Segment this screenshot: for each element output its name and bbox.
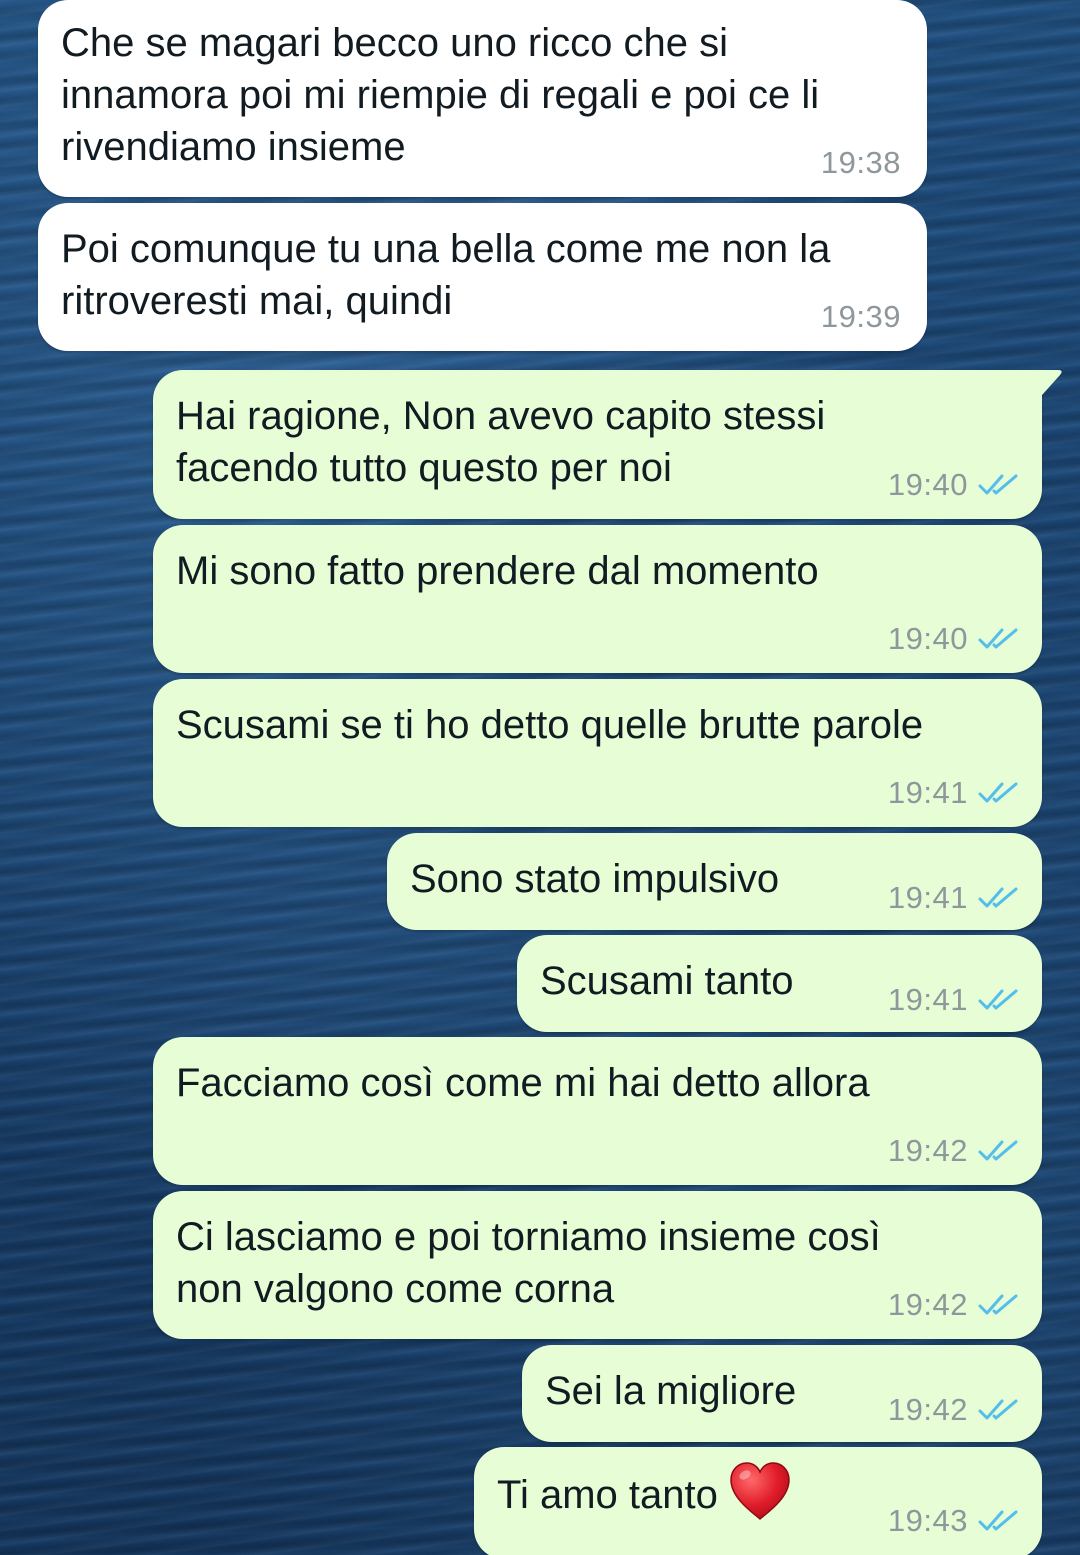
message-text: Sei la migliore xyxy=(545,1369,797,1413)
message-timestamp: 19:42 xyxy=(887,1133,968,1168)
double-check-icon xyxy=(978,1510,1018,1531)
message-timestamp: 19:43 xyxy=(887,1503,968,1538)
message-text: Scusami tanto xyxy=(540,959,794,1003)
message-timestamp: 19:41 xyxy=(887,880,968,915)
chat-message-list[interactable]: Che se magari becco uno ricco che si inn… xyxy=(0,0,1080,1555)
outgoing-message[interactable]: Scusami tanto 19:41 xyxy=(517,935,1042,1032)
outgoing-message[interactable]: Sei la migliore 19:42 xyxy=(522,1345,1042,1442)
double-check-icon xyxy=(978,782,1018,803)
double-check-icon xyxy=(978,1140,1018,1161)
message-text: Hai ragione, Non avevo capito stessi fac… xyxy=(176,394,826,490)
outgoing-message[interactable]: Mi sono fatto prendere dal momento 19:40 xyxy=(153,525,1042,673)
outgoing-message[interactable]: Hai ragione, Non avevo capito stessi fac… xyxy=(153,370,1062,519)
message-timestamp: 19:40 xyxy=(887,467,968,502)
outgoing-message[interactable]: Facciamo così come mi hai detto allora 1… xyxy=(153,1037,1042,1185)
double-check-icon xyxy=(978,628,1018,649)
message-text: Facciamo così come mi hai detto allora xyxy=(176,1061,870,1105)
double-check-icon xyxy=(978,1294,1018,1315)
outgoing-message[interactable]: Sono stato impulsivo 19:41 xyxy=(387,833,1042,930)
message-text: Poi comunque tu una bella come me non la… xyxy=(61,227,831,323)
incoming-message[interactable]: Che se magari becco uno ricco che si inn… xyxy=(38,0,927,197)
double-check-icon xyxy=(978,989,1018,1010)
message-timestamp: 19:42 xyxy=(887,1392,968,1427)
message-timestamp: 19:39 xyxy=(820,299,901,334)
double-check-icon xyxy=(978,887,1018,908)
double-check-icon xyxy=(978,1399,1018,1420)
message-timestamp: 19:41 xyxy=(887,982,968,1017)
message-text: Mi sono fatto prendere dal momento xyxy=(176,549,819,593)
bubble-tail xyxy=(1014,370,1062,404)
message-text: Che se magari becco uno ricco che si inn… xyxy=(61,21,820,169)
red-heart-icon xyxy=(730,1462,790,1521)
outgoing-message[interactable]: Scusami se ti ho detto quelle brutte par… xyxy=(153,679,1042,827)
message-text: Scusami se ti ho detto quelle brutte par… xyxy=(176,703,924,747)
message-text: Ti amo tanto xyxy=(497,1473,718,1517)
message-text: Ci lasciamo e poi torniamo insieme così … xyxy=(176,1215,881,1311)
outgoing-message[interactable]: Ci lasciamo e poi torniamo insieme così … xyxy=(153,1191,1042,1339)
message-timestamp: 19:41 xyxy=(887,775,968,810)
incoming-message[interactable]: Poi comunque tu una bella come me non la… xyxy=(38,203,927,351)
double-check-icon xyxy=(978,474,1018,495)
message-timestamp: 19:42 xyxy=(887,1287,968,1322)
outgoing-message[interactable]: Ti amo tanto 19:43 xyxy=(474,1447,1042,1555)
message-timestamp: 19:40 xyxy=(887,621,968,656)
message-text-wrapper: Ti amo tanto xyxy=(497,1462,792,1521)
message-text: Sono stato impulsivo xyxy=(410,857,780,901)
message-timestamp: 19:38 xyxy=(820,145,901,180)
